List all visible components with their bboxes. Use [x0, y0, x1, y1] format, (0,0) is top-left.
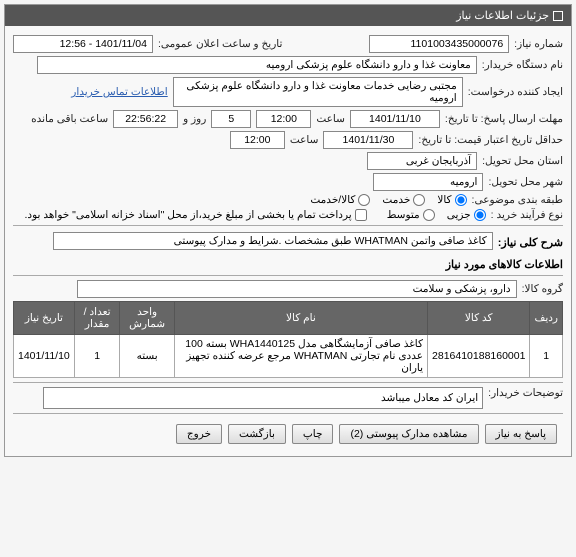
buyer-notes-value: ایران کد معادل میباشد — [43, 387, 483, 409]
th-unit: واحد شمارش — [120, 302, 174, 335]
radio-goods-service[interactable]: کالا/خدمت — [310, 194, 370, 206]
panel-header: جزئیات اطلاعات نیاز — [5, 5, 571, 26]
deadline-time: 12:00 — [256, 110, 311, 128]
radio-medium[interactable]: متوسط — [387, 209, 435, 221]
hour-label-2: ساعت — [290, 134, 319, 146]
need-desc-label: شرح کلی نیاز: — [498, 236, 563, 249]
panel-body: شماره نیاز: 1101003435000076 تاریخ و ساع… — [5, 26, 571, 456]
radio-goods-input[interactable] — [455, 194, 467, 206]
radio-medium-input[interactable] — [423, 209, 435, 221]
buyer-notes-label: توضیحات خریدار: — [488, 387, 563, 399]
validity-date: 1401/11/30 — [323, 131, 413, 149]
items-table: ردیف کد کالا نام کالا واحد شمارش تعداد /… — [13, 301, 563, 378]
exit-button[interactable]: خروج — [176, 424, 222, 444]
remaining-time: 22:56:22 — [113, 110, 178, 128]
th-qty: تعداد / مقدار — [74, 302, 120, 335]
table-row: 1 2816410188160001 کاغذ صافی آزمایشگاهی … — [14, 335, 563, 378]
city-value: ارومیه — [373, 173, 483, 191]
payment-checkbox-input[interactable] — [355, 209, 367, 221]
th-code: کد کالا — [428, 302, 530, 335]
day-label: روز و — [183, 113, 206, 125]
group-label: گروه کالا: — [522, 283, 563, 295]
announce-label: تاریخ و ساعت اعلان عمومی: — [158, 38, 282, 50]
radio-goods[interactable]: کالا — [437, 194, 466, 206]
th-name: نام کالا — [174, 302, 427, 335]
radio-service[interactable]: خدمت — [382, 194, 425, 206]
validity-time: 12:00 — [230, 131, 285, 149]
button-bar: پاسخ به نیاز مشاهده مدارک پیوستی (2) چاپ… — [13, 418, 563, 450]
items-title: اطلاعات کالاهای مورد نیاز — [13, 258, 563, 271]
category-radio-group: کالا خدمت کالا/خدمت — [310, 194, 466, 206]
back-button[interactable]: بازگشت — [228, 424, 286, 444]
buyer-value: معاونت غذا و دارو دانشگاه علوم پزشکی ارو… — [37, 56, 477, 74]
purchase-type-label: نوع فرآیند خرید : — [491, 209, 563, 221]
deadline-date: 1401/11/10 — [350, 110, 440, 128]
contact-link[interactable]: اطلاعات تماس خریدار — [71, 86, 167, 98]
td-unit: بسته — [120, 335, 174, 378]
remaining-suffix: ساعت باقی مانده — [31, 113, 108, 125]
province-label: استان محل تحویل: — [482, 155, 563, 167]
creator-value: مجتبی رضایی خدمات معاونت غذا و دارو دانش… — [173, 77, 463, 107]
th-row: ردیف — [530, 302, 563, 335]
creator-label: ایجاد کننده درخواست: — [468, 86, 563, 98]
th-date: تاریخ نیاز — [14, 302, 75, 335]
divider-1 — [13, 225, 563, 226]
divider-3 — [13, 382, 563, 383]
deadline-label: مهلت ارسال پاسخ: تا تاریخ: — [445, 113, 563, 125]
radio-minor[interactable]: جزیی — [447, 209, 486, 221]
announce-value: 1401/11/04 - 12:56 — [13, 35, 153, 53]
group-value: دارو، پزشکی و سلامت — [77, 280, 517, 298]
need-desc-value: کاغذ صافی واتمن WHATMAN طبق مشخصات .شرای… — [53, 232, 493, 250]
td-row: 1 — [530, 335, 563, 378]
td-name: کاغذ صافی آزمایشگاهی مدل WHA1440125 بسته… — [174, 335, 427, 378]
category-label: طبقه بندی موضوعی: — [472, 194, 563, 206]
city-label: شهر محل تحویل: — [488, 176, 563, 188]
need-number-value: 1101003435000076 — [369, 35, 509, 53]
table-header-row: ردیف کد کالا نام کالا واحد شمارش تعداد /… — [14, 302, 563, 335]
purchase-radio-group: جزیی متوسط — [387, 209, 486, 221]
td-code: 2816410188160001 — [428, 335, 530, 378]
respond-button[interactable]: پاسخ به نیاز — [485, 424, 557, 444]
print-button[interactable]: چاپ — [292, 424, 334, 444]
province-value: آذربایجان غربی — [367, 152, 477, 170]
divider-2 — [13, 275, 563, 276]
need-number-label: شماره نیاز: — [514, 38, 563, 50]
attachments-button[interactable]: مشاهده مدارک پیوستی (2) — [339, 424, 478, 444]
radio-goods-service-input[interactable] — [358, 194, 370, 206]
panel-icon — [553, 11, 563, 21]
radio-minor-input[interactable] — [474, 209, 486, 221]
radio-service-input[interactable] — [413, 194, 425, 206]
divider-4 — [13, 413, 563, 414]
hour-label-1: ساعت — [316, 113, 345, 125]
details-panel: جزئیات اطلاعات نیاز شماره نیاز: 11010034… — [4, 4, 572, 457]
validity-label: حداقل تاریخ اعتبار قیمت: تا تاریخ: — [418, 134, 563, 146]
panel-title: جزئیات اطلاعات نیاز — [456, 9, 549, 22]
buyer-label: نام دستگاه خریدار: — [482, 59, 563, 71]
remaining-days: 5 — [211, 110, 251, 128]
payment-checkbox[interactable]: پرداخت تمام یا بخشی از مبلغ خرید،از محل … — [25, 209, 367, 221]
td-date: 1401/11/10 — [14, 335, 75, 378]
td-qty: 1 — [74, 335, 120, 378]
